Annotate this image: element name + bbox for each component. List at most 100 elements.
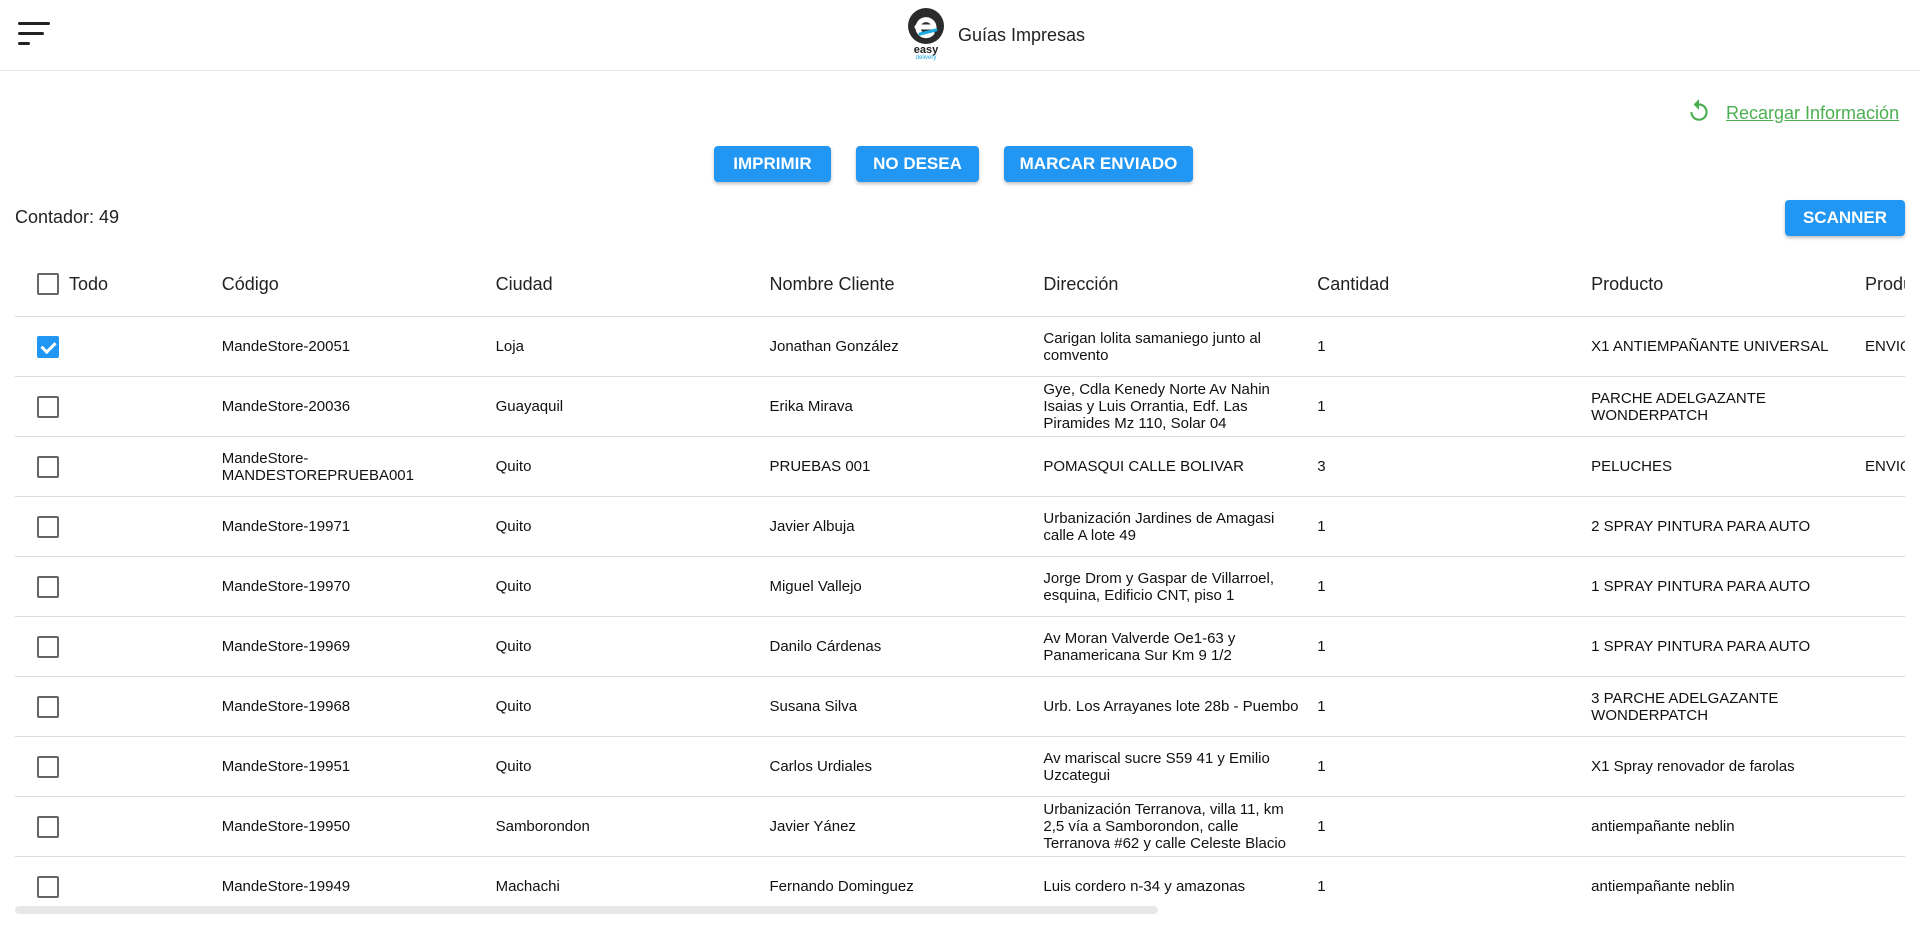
cell-extra [1865,616,1905,677]
cell-producto: 2 SPRAY PINTURA PARA AUTO [1591,496,1866,557]
row-checkbox[interactable] [37,755,59,778]
cell-codigo: MandeStore-20051 [221,316,496,377]
refresh-icon[interactable] [1686,98,1712,129]
cell-extra [1865,496,1905,557]
table-row[interactable]: MandeStore-19970 Quito Miguel Vallejo Jorge… [15,556,1905,617]
producto-text: antiempañante neblin [1591,818,1735,835]
producto-text: X1 ANTIEMPAÑANTE UNIVERSAL [1591,338,1829,355]
codigo-text: MandeStore-19971 [221,518,351,535]
row-checkbox[interactable] [37,515,59,538]
table-row[interactable]: MandeStore-19971 Quito Javier Albuja Urbani… [15,496,1905,557]
row-select-cell [15,556,222,617]
guides-table: Todo Código Ciudad Nombre Cliente Direcc… [15,252,1905,904]
cell-codigo: MandeStore-19971 [221,496,496,557]
cell-ciudad: Loja [495,316,770,377]
top-app-bar: easy delivery Guías Impresas [0,0,1920,71]
select-all-checkbox[interactable] [37,273,59,296]
cell-cantidad: 1 [1317,796,1592,857]
cell-extra [1865,856,1905,904]
header-producto[interactable]: Producto [1591,252,1866,317]
reload-link[interactable]: Recargar Información [1686,98,1899,129]
cell-direccion: Jorge Drom y Gaspar de Villarroel, esqui… [1043,556,1318,617]
row-checkbox[interactable] [37,695,59,718]
row-select-cell [15,856,222,904]
guides-table-container: Todo Código Ciudad Nombre Cliente Direcc… [15,252,1905,904]
cell-extra [1865,676,1905,737]
header-cantidad[interactable]: Cantidad [1317,252,1592,317]
codigo-text: MandeStore-20036 [221,398,351,415]
row-checkbox[interactable] [37,455,59,478]
cantidad-text: 1 [1317,578,1326,595]
direccion-text: Luis cordero n-34 y amazonas [1043,878,1246,895]
row-checkbox[interactable] [37,635,59,658]
cell-cantidad: 1 [1317,856,1592,904]
producto-text: 2 SPRAY PINTURA PARA AUTO [1591,518,1811,535]
easy-logo: easy delivery [906,7,946,63]
table-row[interactable]: MandeStore-19968 Quito Susana Silva Urb. Lo… [15,676,1905,737]
row-checkbox[interactable] [37,395,59,418]
table-row[interactable]: MandeStore-19949 Machachi Fernando Domingu… [15,856,1905,904]
row-checkbox[interactable] [37,575,59,598]
cell-producto: antiempañante neblin [1591,856,1866,904]
cell-cliente: PRUEBAS 001 [769,436,1044,497]
header-codigo[interactable]: Código [221,252,496,317]
cell-ciudad: Machachi [495,856,770,904]
producto-text: PARCHE ADELGAZANTE WONDERPATCH [1591,389,1766,424]
direccion-text: Urb. Los Arrayanes lote 28b - Puembo [1043,698,1299,715]
ciudad-text: Quito [495,758,532,775]
direccion-text: Gye, Cdla Kenedy Norte Av Nahin Isaias y… [1043,381,1270,432]
cell-direccion: Urbanización Terranova, villa 11, km 2,5… [1043,796,1318,857]
codigo-text: MandeStore-20051 [221,338,351,355]
cell-codigo: MandeStore-19969 [221,616,496,677]
header-ciudad[interactable]: Ciudad [495,252,770,317]
header-producto-extra[interactable]: Producto Extra [1865,252,1905,317]
cell-ciudad: Quito [495,736,770,797]
cell-cantidad: 1 [1317,616,1592,677]
table-row[interactable]: MandeStore-19969 Quito Danilo Cárdenas Av M… [15,616,1905,677]
reload-label[interactable]: Recargar Información [1726,103,1899,124]
scanner-button[interactable]: SCANNER [1785,200,1905,236]
codigo-text: MandeStore-19970 [221,578,351,595]
cell-cliente: Susana Silva [769,676,1044,737]
cell-direccion: Carigan lolita samaniego junto al comven… [1043,316,1318,377]
cell-codigo: MandeStore-20036 [221,376,496,437]
cell-producto: 1 SPRAY PINTURA PARA AUTO [1591,556,1866,617]
table-row[interactable]: MandeStore-20051 Loja Jonathan González Car… [15,316,1905,377]
counter-label: Contador: 49 [15,207,120,227]
cantidad-text: 1 [1317,698,1326,715]
print-button[interactable]: IMPRIMIR [714,146,831,182]
horizontal-scrollbar[interactable] [15,906,1158,914]
ciudad-text: Quito [495,458,532,475]
row-checkbox[interactable] [37,815,59,838]
cliente-text: Danilo Cárdenas [769,638,882,655]
table-row[interactable]: MandeStore-19951 Quito Carlos Urdiales Av m… [15,736,1905,797]
row-checkbox[interactable] [37,335,59,358]
cell-extra: ENVIO PRORITARIO [1865,436,1905,497]
extra-text: ENVIO PRIORITARIO [1865,338,1905,355]
table-row[interactable]: MandeStore-MANDESTOREPRUEBA001 Quito PRUEB… [15,436,1905,497]
header-cliente[interactable]: Nombre Cliente [769,252,1044,317]
cell-codigo: MandeStore-19968 [221,676,496,737]
cell-direccion: Urb. Los Arrayanes lote 28b - Puembo [1043,676,1318,737]
no-desea-button[interactable]: NO DESEA [856,146,979,182]
direccion-text: POMASQUI CALLE BOLIVAR [1043,458,1244,475]
table-row[interactable]: MandeStore-20036 Guayaquil Erika Mirava Gye… [15,376,1905,437]
codigo-text: MandeStore-19949 [221,878,351,895]
header-direccion[interactable]: Dirección [1043,252,1318,317]
menu-icon[interactable] [18,20,52,50]
cantidad-text: 1 [1317,338,1326,355]
row-checkbox[interactable] [37,875,59,898]
cell-codigo: MandeStore-19949 [221,856,496,904]
cliente-text: Javier Albuja [769,518,855,535]
mark-sent-button[interactable]: MARCAR ENVIADO [1004,146,1193,182]
cell-cliente: Carlos Urdiales [769,736,1044,797]
cliente-text: Jonathan González [769,338,899,355]
cell-ciudad: Quito [495,436,770,497]
cell-producto: X1 ANTIEMPAÑANTE UNIVERSAL [1591,316,1866,377]
table-row[interactable]: MandeStore-19950 Samborondon Javier Yánez U… [15,796,1905,857]
cell-direccion: Luis cordero n-34 y amazonas [1043,856,1318,904]
cantidad-text: 1 [1317,518,1326,535]
page-title: Guías Impresas [958,24,1086,45]
cell-codigo: MandeStore-19951 [221,736,496,797]
cell-cliente: Javier Yánez [769,796,1044,857]
